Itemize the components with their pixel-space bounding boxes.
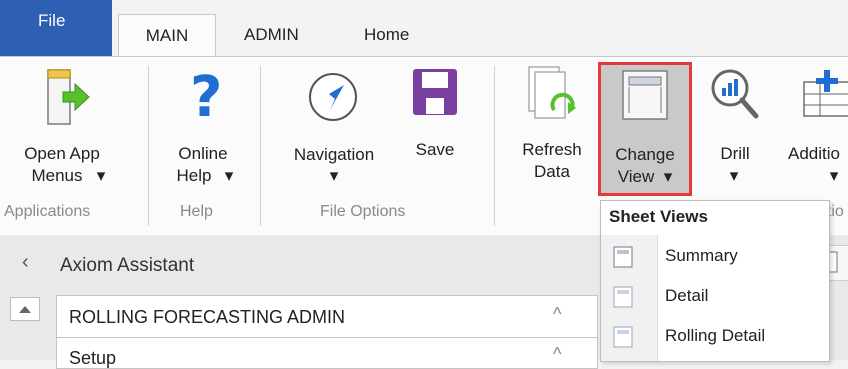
menu-item-label: Detail [665, 286, 709, 305]
sheet-views-dropdown: Sheet Views Summary Detail Rolling Detai… [600, 200, 830, 362]
save-label: Save [415, 140, 455, 159]
navigation-label: Navigation [293, 145, 375, 164]
assistant-title: Axiom Assistant [60, 255, 195, 276]
add-table-icon [803, 70, 848, 117]
assistant-section-header[interactable]: ROLLING FORECASTING ADMIN ^ [56, 295, 598, 339]
additional-dropdown-arrow: ▾ [829, 166, 839, 185]
tab-file[interactable]: File [0, 0, 112, 56]
drill-magnifier-icon [711, 69, 759, 119]
change-view-label-1: Change [615, 145, 675, 164]
online-help-label-2: Help [176, 166, 212, 185]
tab-main-label: MAIN [145, 26, 189, 45]
tab-home[interactable]: Home [352, 14, 421, 56]
tab-admin[interactable]: ADMIN [232, 14, 311, 56]
additional-button[interactable]: Additio ▾ [782, 64, 848, 194]
open-app-menus-label-2: Menus [31, 166, 83, 185]
scroll-up-button[interactable] [10, 297, 40, 321]
open-app-menus-button[interactable]: Open App Menus ▾ [8, 64, 130, 194]
open-app-menus-dropdown-arrow: ▾ [96, 166, 106, 185]
change-view-button[interactable]: Change View ▾ [598, 62, 692, 196]
assistant-collapse-button[interactable]: ‹ [22, 251, 29, 274]
change-view-dropdown-arrow: ▾ [663, 167, 673, 186]
refresh-icon [528, 66, 576, 119]
group-label-applications: Applications [4, 203, 91, 220]
navigation-button[interactable]: Navigation ▾ [278, 64, 400, 194]
group-label-help: Help [180, 203, 213, 220]
additional-label: Additio [788, 144, 840, 163]
question-mark-icon: ? [190, 68, 220, 122]
assistant-section-setup[interactable]: Setup ^ [56, 337, 598, 369]
sheet-views-title: Sheet Views [609, 207, 708, 226]
tab-home-label: Home [364, 25, 410, 44]
group-separator [260, 66, 261, 226]
group-separator [494, 66, 495, 226]
section-setup-title: Setup [69, 348, 117, 368]
menu-item-detail[interactable]: Detail [601, 277, 829, 315]
detail-view-icon [613, 286, 633, 308]
online-help-dropdown-arrow: ▾ [224, 166, 234, 185]
change-view-icon [622, 70, 668, 120]
change-view-label-2: View [617, 167, 655, 186]
tab-file-label: File [38, 11, 66, 30]
group-label-file-options: File Options [320, 203, 406, 220]
menu-item-label: Summary [665, 246, 738, 265]
open-app-icon [47, 69, 90, 125]
refresh-data-label-2: Data [534, 162, 570, 181]
rolling-detail-view-icon [613, 326, 633, 348]
save-disk-icon [413, 69, 457, 115]
summary-view-icon [613, 246, 633, 268]
refresh-data-button[interactable]: Refresh Data [510, 64, 598, 194]
navigation-dropdown-arrow: ▾ [329, 166, 339, 185]
chevron-up-icon[interactable]: ^ [553, 344, 561, 365]
drill-dropdown-arrow: ▾ [729, 166, 739, 185]
svg-text:?: ? [190, 68, 220, 122]
group-separator [148, 66, 149, 226]
tab-main[interactable]: MAIN [118, 14, 216, 57]
chevron-up-icon[interactable]: ^ [553, 304, 561, 325]
drill-label: Drill [720, 144, 750, 163]
online-help-label-1: Online [178, 144, 228, 163]
compass-icon [309, 73, 357, 121]
menu-item-summary[interactable]: Summary [601, 237, 829, 275]
refresh-data-label-1: Refresh [522, 140, 582, 159]
menu-item-label: Rolling Detail [665, 326, 766, 345]
save-button[interactable]: Save [400, 64, 470, 194]
arrow-up-icon [19, 306, 31, 313]
tab-admin-label: ADMIN [244, 25, 299, 44]
online-help-button[interactable]: ? Online Help ▾ [160, 64, 246, 194]
drill-button[interactable]: Drill ▾ [700, 64, 770, 194]
open-app-menus-label-1: Open App [24, 144, 100, 163]
menu-item-rolling-detail[interactable]: Rolling Detail [601, 317, 829, 355]
section-title: ROLLING FORECASTING ADMIN [69, 307, 346, 327]
ribbon-tab-bar: File MAIN ADMIN Home [0, 0, 848, 57]
